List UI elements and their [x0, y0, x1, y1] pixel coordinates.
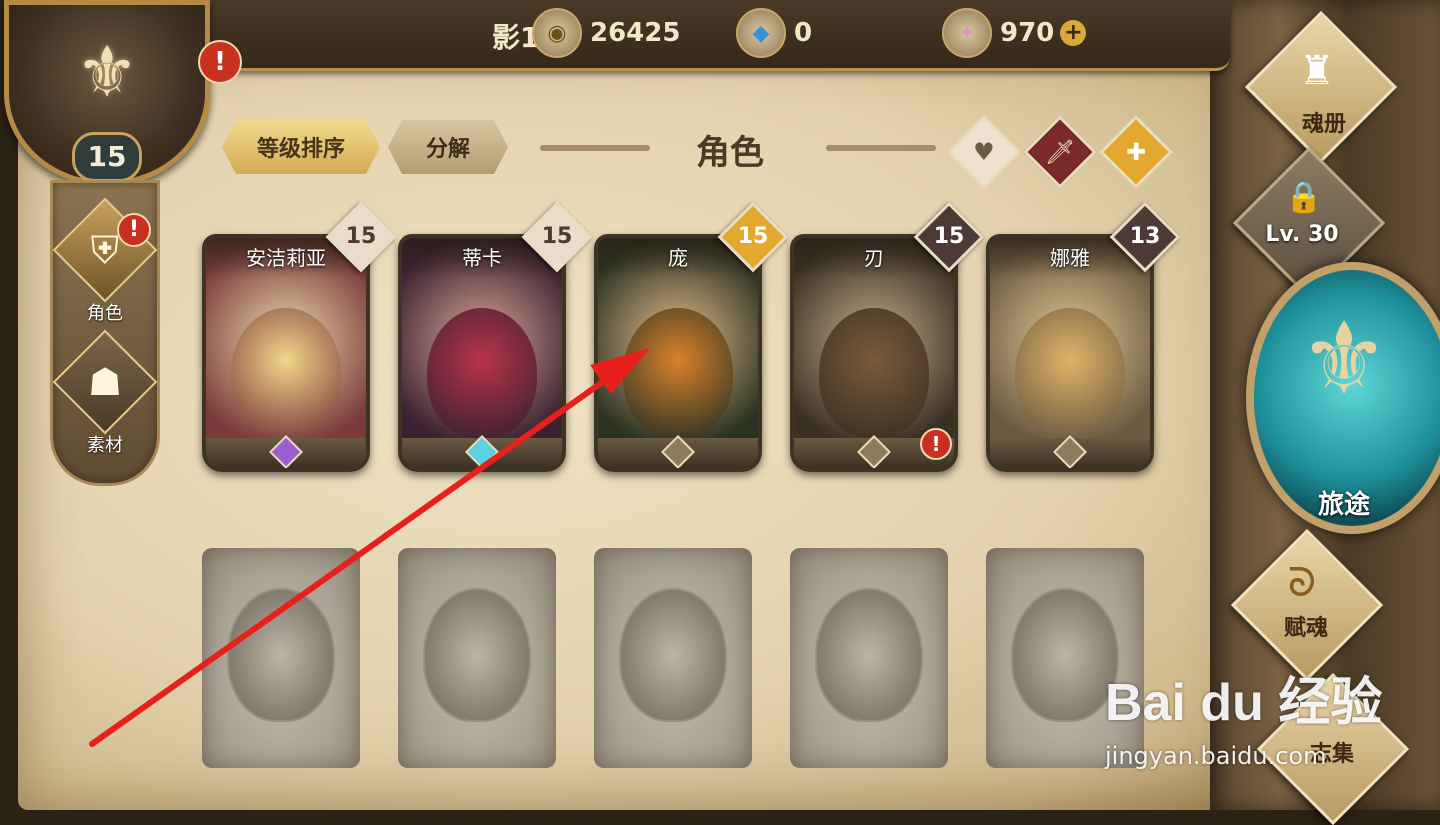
crystal-value: 0: [794, 18, 813, 48]
watermark-logo: Bai du 经验: [1105, 674, 1383, 732]
hero-level: 15: [933, 224, 965, 249]
pink-gem-icon: ✦: [942, 8, 992, 58]
title-flourish-right: [826, 145, 936, 151]
journey-crest-icon: ⚜: [1299, 300, 1389, 417]
decompose-button[interactable]: 分解: [388, 120, 508, 174]
crystal-resource: ◆ 0: [736, 8, 813, 58]
gold-value: 26425: [590, 18, 681, 48]
hero-portrait: [231, 308, 341, 438]
hero-level: 13: [1129, 224, 1161, 249]
locked-hero-silhouette: [815, 588, 923, 722]
sort-by-level-button[interactable]: 等级排序: [222, 120, 380, 174]
hero-card[interactable]: 娜雅: [986, 234, 1154, 472]
gold-coin-icon: ◉: [532, 8, 582, 58]
hero-card[interactable]: 蒂卡: [398, 234, 566, 472]
locked-hero-silhouette: [423, 588, 531, 722]
hero-level: 15: [541, 224, 573, 249]
nav-label-character: 角色: [87, 303, 123, 324]
journey-label: 旅途: [1317, 490, 1370, 520]
beast-mask-icon: ☗: [52, 329, 158, 435]
page-title: 角色: [696, 133, 764, 173]
add-gem-button[interactable]: +: [1060, 20, 1087, 46]
soul-book-label: 魂册: [1301, 112, 1346, 137]
locked-hero-silhouette: [1011, 588, 1119, 722]
left-nav: ⛨ 角色 ! ☗ 素材: [50, 180, 160, 486]
hero-level: 15: [345, 224, 377, 249]
player-level: 15: [72, 132, 142, 182]
hero-portrait: [1015, 308, 1125, 438]
hero-alert-icon: !: [920, 428, 952, 460]
guild-crest-icon: ⚜: [75, 31, 139, 113]
locked-hero-silhouette: [619, 588, 727, 722]
gem-resource: ✦ 970 +: [942, 8, 1087, 58]
locked-hero-slot[interactable]: [202, 548, 360, 768]
unlock-level-label: Lv. 30: [1265, 222, 1339, 247]
nav-item-material[interactable]: ☗ 素材: [52, 329, 158, 457]
baidu-watermark: Bai du 经验 jingyan.baidu.com: [1105, 660, 1383, 770]
hero-portrait: [623, 308, 733, 438]
hero-level: 15: [737, 224, 769, 249]
flame-swirl-icon: ᘐ: [1287, 560, 1317, 606]
locked-hero-slot[interactable]: [594, 548, 752, 768]
hero-portrait: [819, 308, 929, 438]
soul-book-icon: ♜: [1299, 48, 1335, 94]
endow-soul-label: 赋魂: [1283, 616, 1328, 641]
nav-character-alert-icon: !: [117, 213, 151, 247]
shield-icon: ✚: [1125, 137, 1147, 166]
helmet-icon: ⛨: [52, 197, 158, 303]
gold-resource: ◉ 26425: [532, 8, 681, 58]
locked-hero-silhouette: [227, 588, 335, 722]
locked-hero-slot[interactable]: [398, 548, 556, 768]
locked-hero-slot[interactable]: [790, 548, 948, 768]
hero-portrait: [427, 308, 537, 438]
nav-label-material: 素材: [87, 435, 123, 456]
sword-icon: 🗡: [1044, 138, 1076, 166]
gem-value: 970: [1000, 18, 1055, 48]
title-flourish-left: [540, 145, 650, 151]
hero-card[interactable]: 安洁莉亚: [202, 234, 370, 472]
heart-icon: ♥: [973, 137, 995, 166]
blue-crystal-icon: ◆: [736, 8, 786, 58]
lock-icon: 🔒: [1285, 180, 1323, 215]
locked-hero-slot[interactable]: [986, 548, 1144, 768]
watermark-url: jingyan.baidu.com: [1105, 742, 1327, 770]
profile-alert-icon: !: [198, 40, 242, 84]
hero-card[interactable]: 庞: [594, 234, 762, 472]
top-resource-bar: 影125 ◉ 26425 ◆ 0 ✦ 970 +: [170, 0, 1230, 71]
